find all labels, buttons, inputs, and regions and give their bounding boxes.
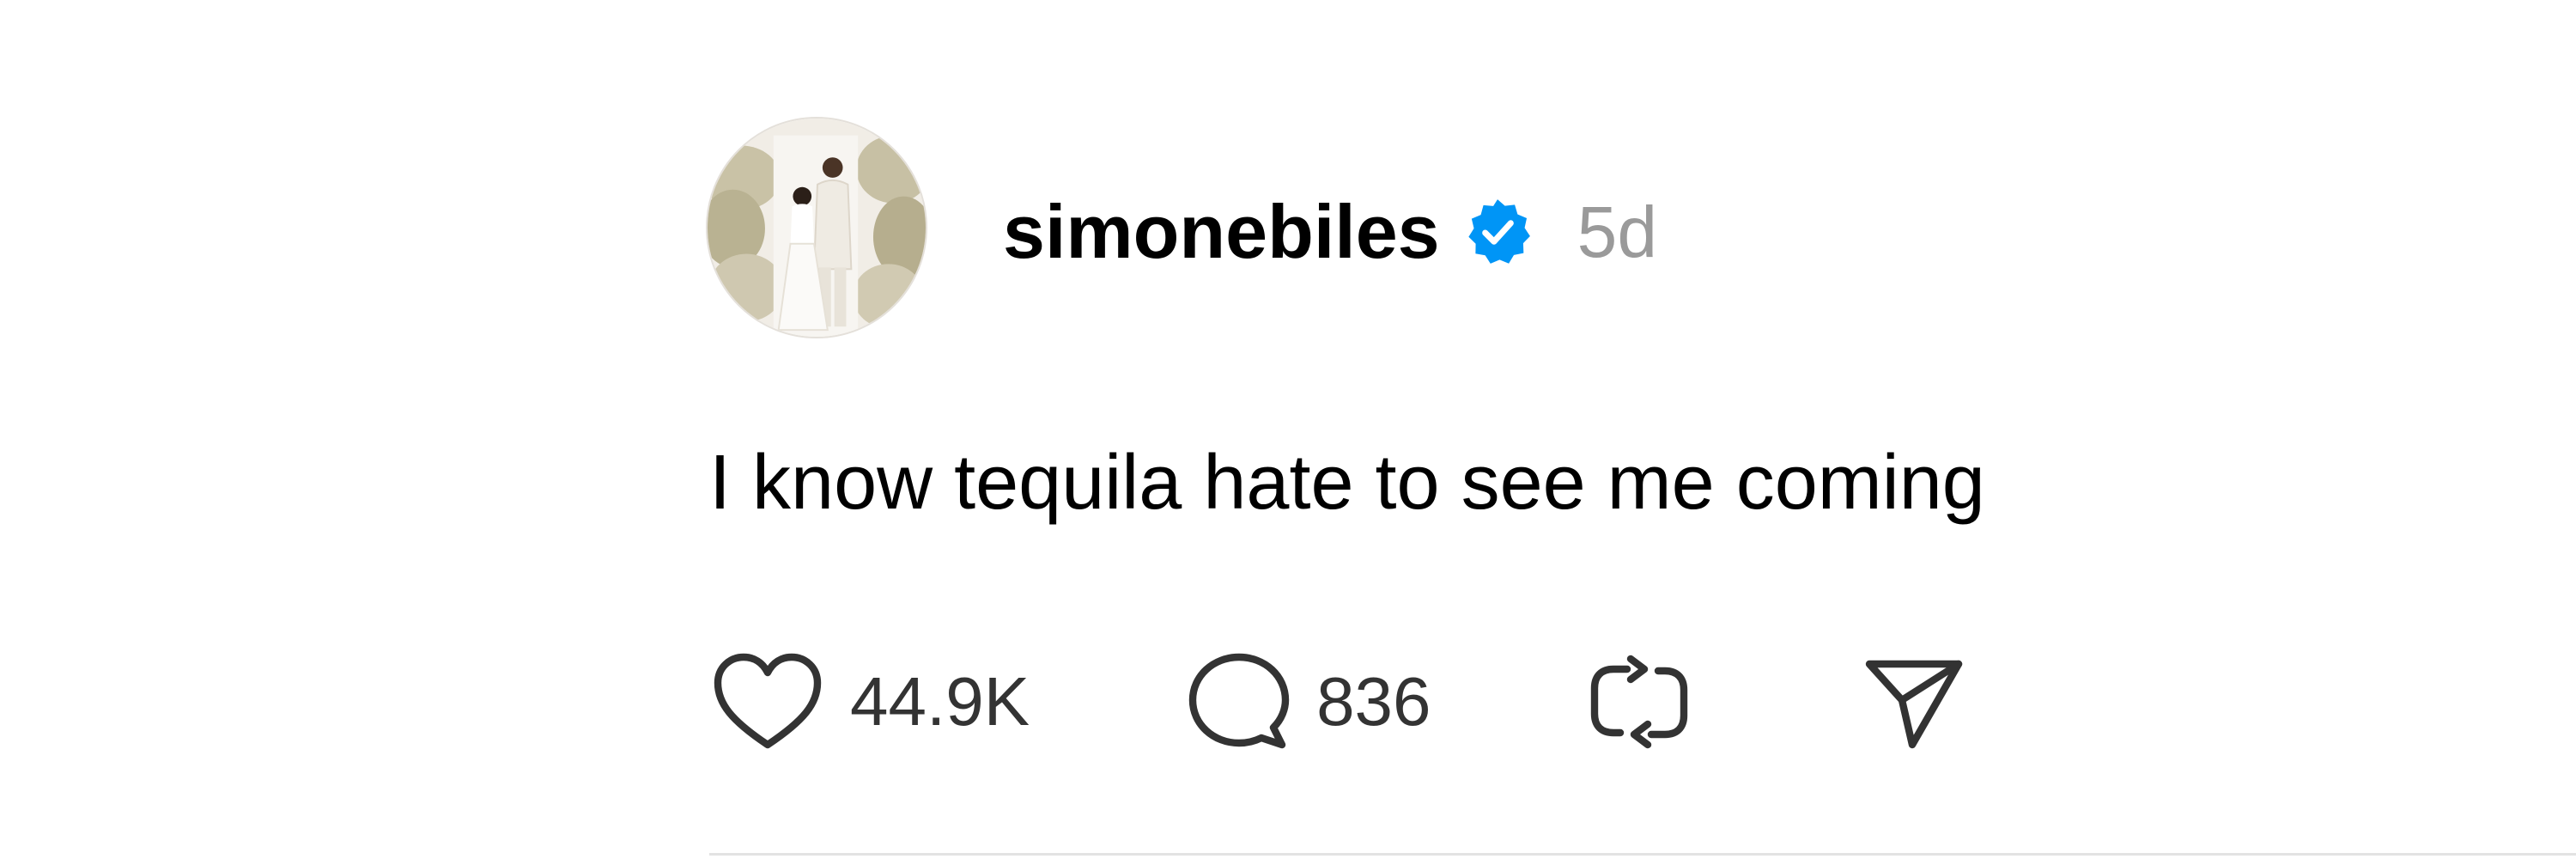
paper-plane-icon [1865,660,1962,749]
post-divider [709,853,2576,856]
avatar[interactable] [706,117,927,338]
repost-icon [1590,655,1687,749]
repost-button[interactable] [1586,649,1692,755]
action-bar: 44.9K 836 [711,646,1967,758]
speech-bubble-icon [1188,653,1290,749]
post-header: simonebiles 5d [1003,176,1657,288]
username[interactable]: simonebiles [1003,194,1440,270]
wedding-photo-avatar-icon [708,119,926,337]
thread-post: simonebiles 5d I know tequila hate to se… [0,0,2576,859]
comment-count: 836 [1316,663,1431,740]
verified-badge-icon [1462,197,1533,267]
like-button[interactable]: 44.9K [711,649,1030,755]
like-count: 44.9K [850,663,1030,740]
post-text: I know tequila hate to see me coming [709,440,1985,526]
share-button[interactable] [1861,649,1967,755]
post-timestamp[interactable]: 5d [1577,196,1657,268]
heart-icon [714,653,822,749]
comment-button[interactable]: 836 [1184,649,1431,755]
